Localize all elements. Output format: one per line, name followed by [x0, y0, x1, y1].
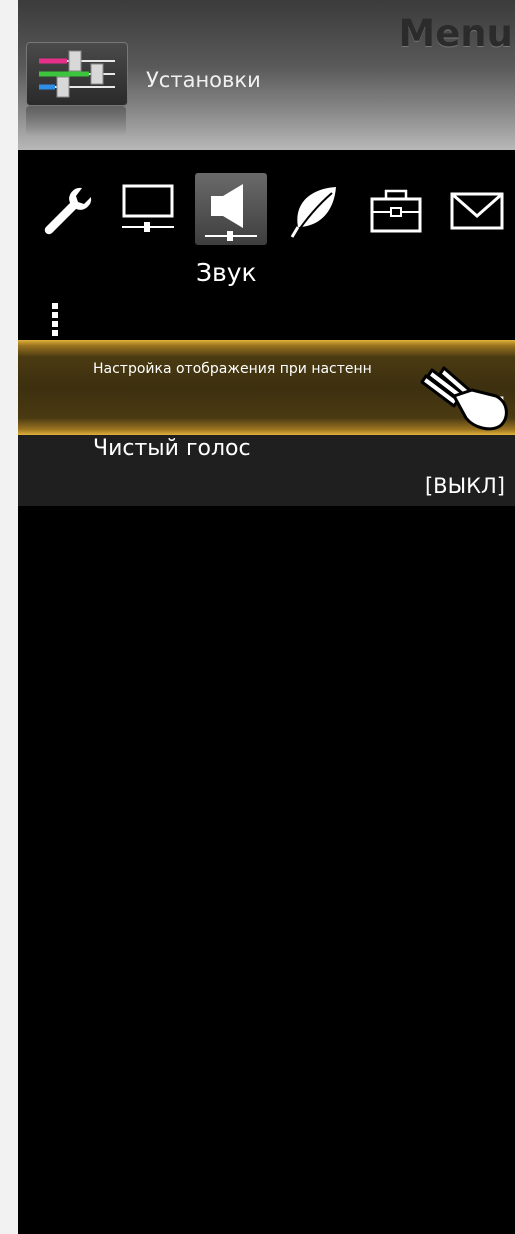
menu-item-label: Чистый голос [93, 436, 251, 461]
envelope-icon[interactable] [449, 190, 505, 240]
section-label: Установки [146, 68, 261, 92]
monitor-icon[interactable] [120, 183, 176, 243]
more-options-icon[interactable] [52, 303, 60, 339]
settings-sliders-icon [26, 42, 128, 106]
menu-item-value: [ВЫКЛ] [424, 474, 505, 498]
icon-reflection [26, 106, 126, 136]
tv-menu-screen: Установки Menu Звук Настройка отображени… [18, 0, 515, 1234]
leaf-icon[interactable] [288, 183, 344, 243]
menu-title: Menu [398, 12, 513, 55]
speaker-icon[interactable] [203, 180, 259, 246]
wrench-icon[interactable] [38, 182, 94, 242]
toolbox-icon[interactable] [368, 187, 424, 241]
menu-item-label: Настройка отображения при настенн [93, 361, 372, 377]
menu-header: Установки Menu [18, 0, 515, 150]
selected-category-label: Звук [196, 258, 257, 287]
pointer-hand-icon [418, 366, 514, 436]
